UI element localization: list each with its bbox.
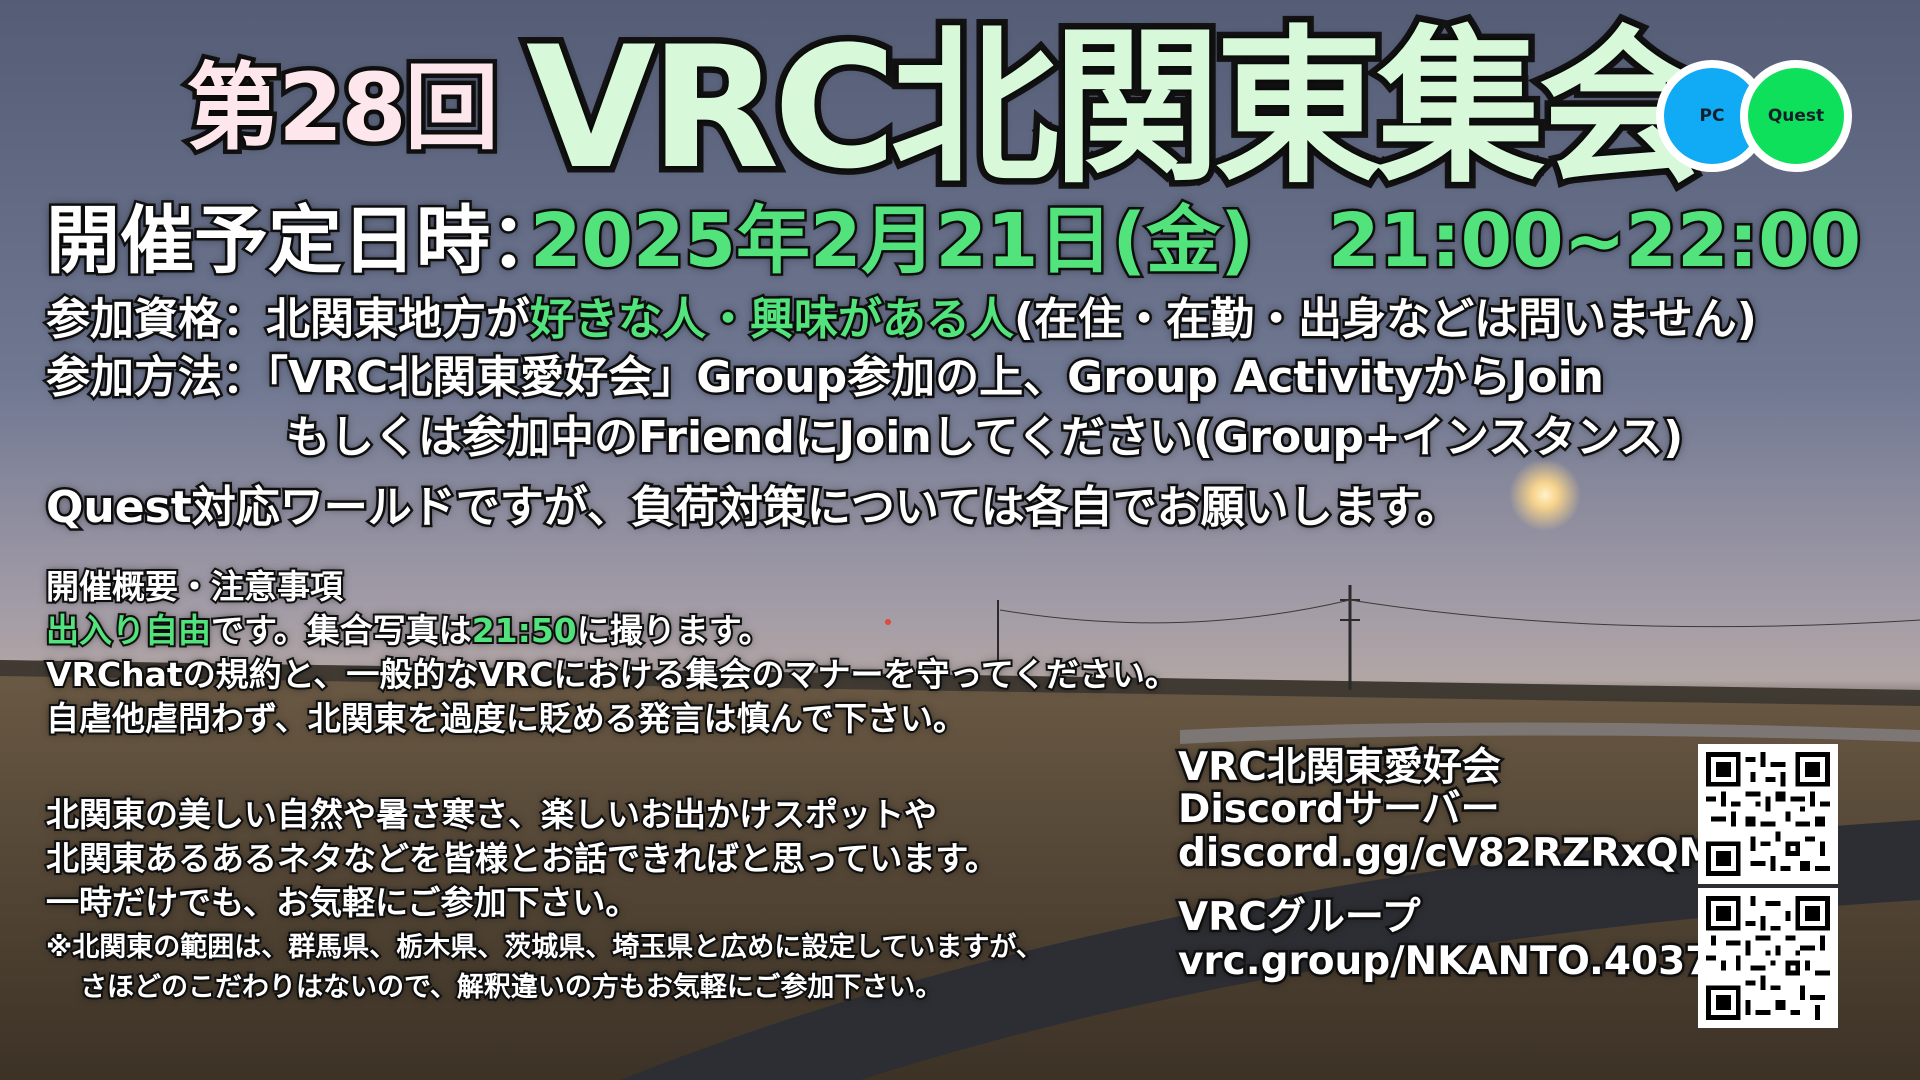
- schedule-label: 開催予定日時：: [44, 198, 567, 284]
- footnote-line-2: さほどのこだわりはないので、解釈違いの方もお気軽にご参加下さい。: [78, 972, 944, 1003]
- qualification-line: 参加資格：北関東地方が好きな人・興味がある人(在住・在勤・出身などは問いません): [44, 295, 1760, 344]
- method-line-1: 参加方法：「VRC北関東愛好会」Group参加の上、Group Activity…: [43, 352, 1606, 403]
- vrc-group-label: VRCグループ: [1176, 895, 1423, 940]
- event-title: VRC北関東集会: [520, 10, 1714, 206]
- discord-qr-code[interactable]: [1698, 744, 1838, 884]
- platform-badges: PC Quest: [1656, 60, 1852, 172]
- vrc-group-qr-code[interactable]: [1698, 888, 1838, 1028]
- photo-time: 21:50: [470, 611, 579, 650]
- qualification-prefix: 参加資格：北関東地方が: [44, 294, 533, 345]
- qualification-suffix: (在住・在勤・出身などは問いません): [1012, 294, 1760, 345]
- notes-line-6: 一時だけでも、お気軽にご参加下さい。: [44, 883, 640, 922]
- notes-line-3: 自虐他虐問わず、北関東を過度に貶める発言は慎んで下さい。: [44, 699, 968, 738]
- vrc-group-url[interactable]: vrc.group/NKANTO.4037: [1175, 940, 1714, 984]
- notes-heading: 開催概要・注意事項: [44, 567, 345, 606]
- free-entry-highlight: 出入り自由: [44, 611, 213, 650]
- notes-line-1-end: に撮ります。: [575, 611, 774, 650]
- schedule-value: 2025年2月21日(金) 21:00~22:00: [527, 198, 1863, 284]
- notes-line-2: VRChatの規約と、一般的なVRCにおける集会のマナーを守ってください。: [44, 655, 1180, 694]
- notes-line-5: 北関東あるあるネタなどを皆様とお話できればと思っています。: [44, 839, 1000, 878]
- notes-line-1-mid: です。集合写真は: [209, 611, 474, 650]
- qualification-highlight: 好きな人・興味がある人: [528, 294, 1017, 345]
- episode-number: 第28回: [182, 54, 504, 163]
- discord-url[interactable]: discord.gg/cV82RZRxQM: [1176, 832, 1720, 876]
- quest-badge: Quest: [1740, 60, 1852, 172]
- quest-note: Quest対応ワールドですが、負荷対策については各自でお願いします。: [43, 482, 1462, 533]
- footnote-line-1: ※北関東の範囲は、群馬県、栃木県、茨城県、埼玉県と広めに設定していますが、: [44, 932, 1045, 963]
- notes-line-4: 北関東の美しい自然や暑さ寒さ、楽しいお出かけスポットや: [44, 795, 939, 834]
- discord-label: Discordサーバー: [1176, 787, 1503, 832]
- discord-name: VRC北関東愛好会: [1176, 745, 1504, 790]
- method-line-2: もしくは参加中のFriendにJoinしてください(Group+インスタンス): [283, 412, 1685, 463]
- notes-line-1: 出入り自由です。集合写真は21:50に撮ります。: [44, 611, 774, 650]
